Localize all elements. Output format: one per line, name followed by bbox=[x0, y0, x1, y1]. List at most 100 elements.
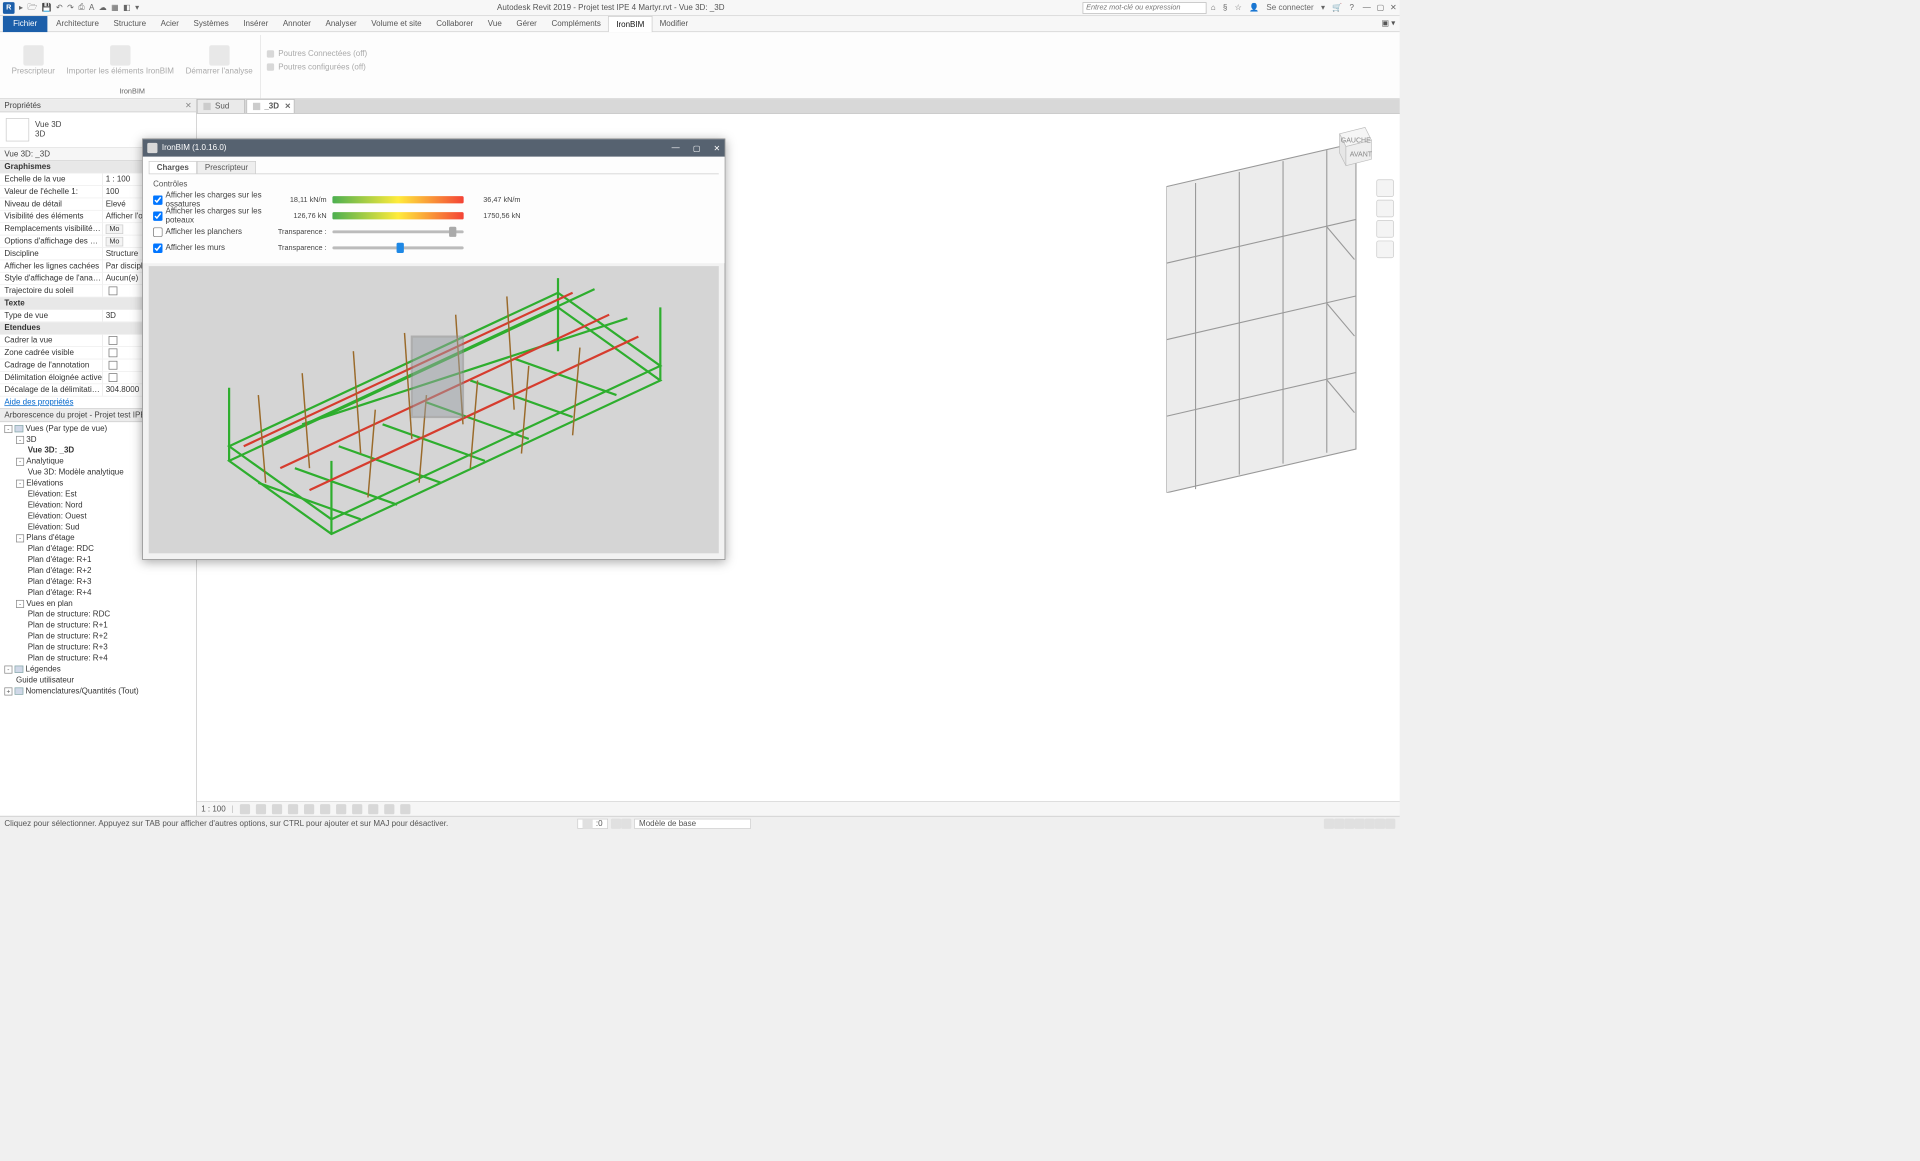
planchers-slider[interactable] bbox=[332, 230, 463, 233]
star-icon[interactable]: ☆ bbox=[1235, 3, 1242, 12]
ribbon-collapse-icon[interactable]: ▣ ▾ bbox=[1381, 18, 1395, 27]
dialog-tabs: Charges Prescripteur bbox=[149, 161, 719, 174]
search-input[interactable] bbox=[1082, 2, 1206, 14]
tab-inserer[interactable]: Insérer bbox=[236, 16, 276, 32]
signin-link[interactable]: Se connecter bbox=[1266, 3, 1313, 12]
row-planchers: Afficher les planchers Transparence : bbox=[153, 224, 714, 240]
status-icon[interactable] bbox=[1385, 818, 1395, 828]
vc-icon[interactable] bbox=[400, 804, 410, 814]
qat-icon[interactable]: ◧ bbox=[123, 3, 131, 12]
tab-collaborer[interactable]: Collaborer bbox=[429, 16, 481, 32]
pan-icon[interactable] bbox=[1376, 200, 1393, 217]
view-tab-3d[interactable]: _3D✕ bbox=[246, 99, 294, 113]
help-icon[interactable]: ? bbox=[1350, 3, 1354, 12]
tab-vue[interactable]: Vue bbox=[481, 16, 510, 32]
cart-icon[interactable]: 🛒 bbox=[1332, 3, 1342, 12]
chk-planchers[interactable]: Afficher les planchers bbox=[153, 227, 270, 236]
statusbar: Cliquez pour sélectionner. Appuyez sur T… bbox=[0, 816, 1400, 831]
dialog-minimize-icon[interactable]: — bbox=[672, 143, 680, 152]
vc-icon[interactable] bbox=[288, 804, 298, 814]
status-icon[interactable] bbox=[1365, 818, 1375, 828]
ribbon-tabs: Fichier Architecture Structure Acier Sys… bbox=[0, 16, 1400, 32]
tab-analyser[interactable]: Analyser bbox=[318, 16, 364, 32]
tab-charges[interactable]: Charges bbox=[149, 161, 197, 173]
status-icon[interactable] bbox=[621, 818, 631, 828]
tab-complements[interactable]: Compléments bbox=[544, 16, 608, 32]
scale-label[interactable]: 1 : 100 bbox=[201, 804, 226, 813]
open-icon[interactable]: ▸ bbox=[19, 3, 23, 12]
sync-icon[interactable]: ☁ bbox=[99, 3, 107, 12]
chk-ossatures[interactable]: Afficher les charges sur les ossatures bbox=[153, 191, 270, 208]
tab-annoter[interactable]: Annoter bbox=[276, 16, 319, 32]
quick-access-toolbar[interactable]: ▸ 🗁 💾 ↶ ↷ ⎙ A ☁ ▦ ◧ ▾ bbox=[19, 1, 139, 15]
zoom-icon[interactable] bbox=[1376, 220, 1393, 237]
start-analyse-button[interactable]: Démarrer l'analyse bbox=[183, 44, 256, 78]
tree-item-active[interactable]: Vue 3D: _3D bbox=[28, 446, 75, 455]
tab-gerer[interactable]: Gérer bbox=[509, 16, 544, 32]
status-icon[interactable] bbox=[1375, 818, 1385, 828]
close-tab-icon[interactable]: ✕ bbox=[285, 102, 291, 110]
view-tab-sud[interactable]: Sud bbox=[197, 99, 245, 113]
status-icon[interactable] bbox=[1324, 818, 1334, 828]
minimize-icon[interactable]: — bbox=[1363, 3, 1371, 12]
status-icon[interactable] bbox=[611, 818, 621, 828]
status-icon[interactable] bbox=[1344, 818, 1354, 828]
vc-icon[interactable] bbox=[239, 804, 249, 814]
status-icon[interactable] bbox=[1334, 818, 1344, 828]
vc-icon[interactable] bbox=[368, 804, 378, 814]
user-icon[interactable]: 👤 bbox=[1249, 3, 1259, 12]
tab-modifier[interactable]: Modifier bbox=[652, 16, 695, 32]
close-panel-icon[interactable]: ✕ bbox=[185, 100, 192, 110]
ironbim-dialog: IronBIM (1.0.16.0) — ▢ ✕ Charges Prescri… bbox=[142, 139, 725, 560]
vc-icon[interactable] bbox=[320, 804, 330, 814]
orbit-icon[interactable] bbox=[1376, 241, 1393, 258]
murs-slider[interactable] bbox=[332, 246, 463, 249]
poutres-connectees[interactable]: Poutres Connectées (off) bbox=[267, 50, 368, 59]
vc-icon[interactable] bbox=[256, 804, 266, 814]
steering-wheel-icon[interactable] bbox=[1376, 179, 1393, 196]
maximize-icon[interactable]: ▢ bbox=[1377, 3, 1385, 12]
window-controls: — ▢ ✕ bbox=[1363, 3, 1397, 12]
dialog-titlebar[interactable]: IronBIM (1.0.16.0) — ▢ ✕ bbox=[143, 139, 725, 156]
chk-poteaux[interactable]: Afficher les charges sur les poteaux bbox=[153, 207, 270, 224]
prescripteur-button[interactable]: Prescripteur bbox=[9, 44, 58, 78]
dialog-3d-preview[interactable] bbox=[149, 266, 719, 553]
vc-icon[interactable] bbox=[272, 804, 282, 814]
save-icon[interactable]: 💾 bbox=[42, 3, 52, 12]
tab-architecture[interactable]: Architecture bbox=[49, 16, 106, 32]
vc-icon[interactable] bbox=[336, 804, 346, 814]
poutres-configurees[interactable]: Poutres configurées (off) bbox=[267, 63, 368, 72]
poteaux-gradient bbox=[332, 212, 463, 219]
tab-ironbim[interactable]: IronBIM bbox=[608, 16, 652, 32]
vc-icon[interactable] bbox=[384, 804, 394, 814]
titlebar: R ▸ 🗁 💾 ↶ ↷ ⎙ A ☁ ▦ ◧ ▾ Autodesk Revit 2… bbox=[0, 0, 1400, 16]
dropdown-icon[interactable]: ▾ bbox=[1321, 3, 1325, 12]
qat-icon[interactable]: ▦ bbox=[111, 3, 119, 12]
tab-volume[interactable]: Volume et site bbox=[364, 16, 429, 32]
status-icon[interactable] bbox=[1354, 818, 1364, 828]
import-ironbim-button[interactable]: Importer les éléments IronBIM bbox=[64, 44, 177, 78]
measure-icon[interactable]: A bbox=[89, 3, 94, 12]
chk-murs[interactable]: Afficher les murs bbox=[153, 243, 270, 252]
keyboard-icon[interactable]: ⌂ bbox=[1211, 3, 1216, 12]
tab-systemes[interactable]: Systèmes bbox=[186, 16, 236, 32]
print-icon[interactable]: ⎙ bbox=[78, 3, 84, 12]
dialog-close-icon[interactable]: ✕ bbox=[714, 143, 721, 152]
sub-icon[interactable]: § bbox=[1223, 3, 1227, 12]
open-icon[interactable]: 🗁 bbox=[27, 1, 37, 15]
vc-icon[interactable] bbox=[304, 804, 314, 814]
tab-structure[interactable]: Structure bbox=[106, 16, 153, 32]
close-icon[interactable]: ✕ bbox=[1390, 3, 1397, 12]
selection-count[interactable]: :0 bbox=[578, 818, 608, 828]
tab-file[interactable]: Fichier bbox=[3, 16, 47, 32]
dialog-maximize-icon[interactable]: ▢ bbox=[693, 143, 701, 152]
tab-acier[interactable]: Acier bbox=[153, 16, 186, 32]
viewcube[interactable]: GAUCHE AVANT bbox=[1327, 121, 1378, 172]
expand-icon[interactable]: - bbox=[4, 425, 12, 433]
undo-icon[interactable]: ↶ bbox=[56, 3, 63, 12]
model-selector[interactable]: Modèle de base bbox=[634, 818, 751, 828]
vc-icon[interactable] bbox=[352, 804, 362, 814]
controls-group-label: Contrôles bbox=[153, 180, 714, 189]
tab-prescripteur[interactable]: Prescripteur bbox=[197, 161, 256, 173]
redo-icon[interactable]: ↷ bbox=[67, 3, 74, 12]
